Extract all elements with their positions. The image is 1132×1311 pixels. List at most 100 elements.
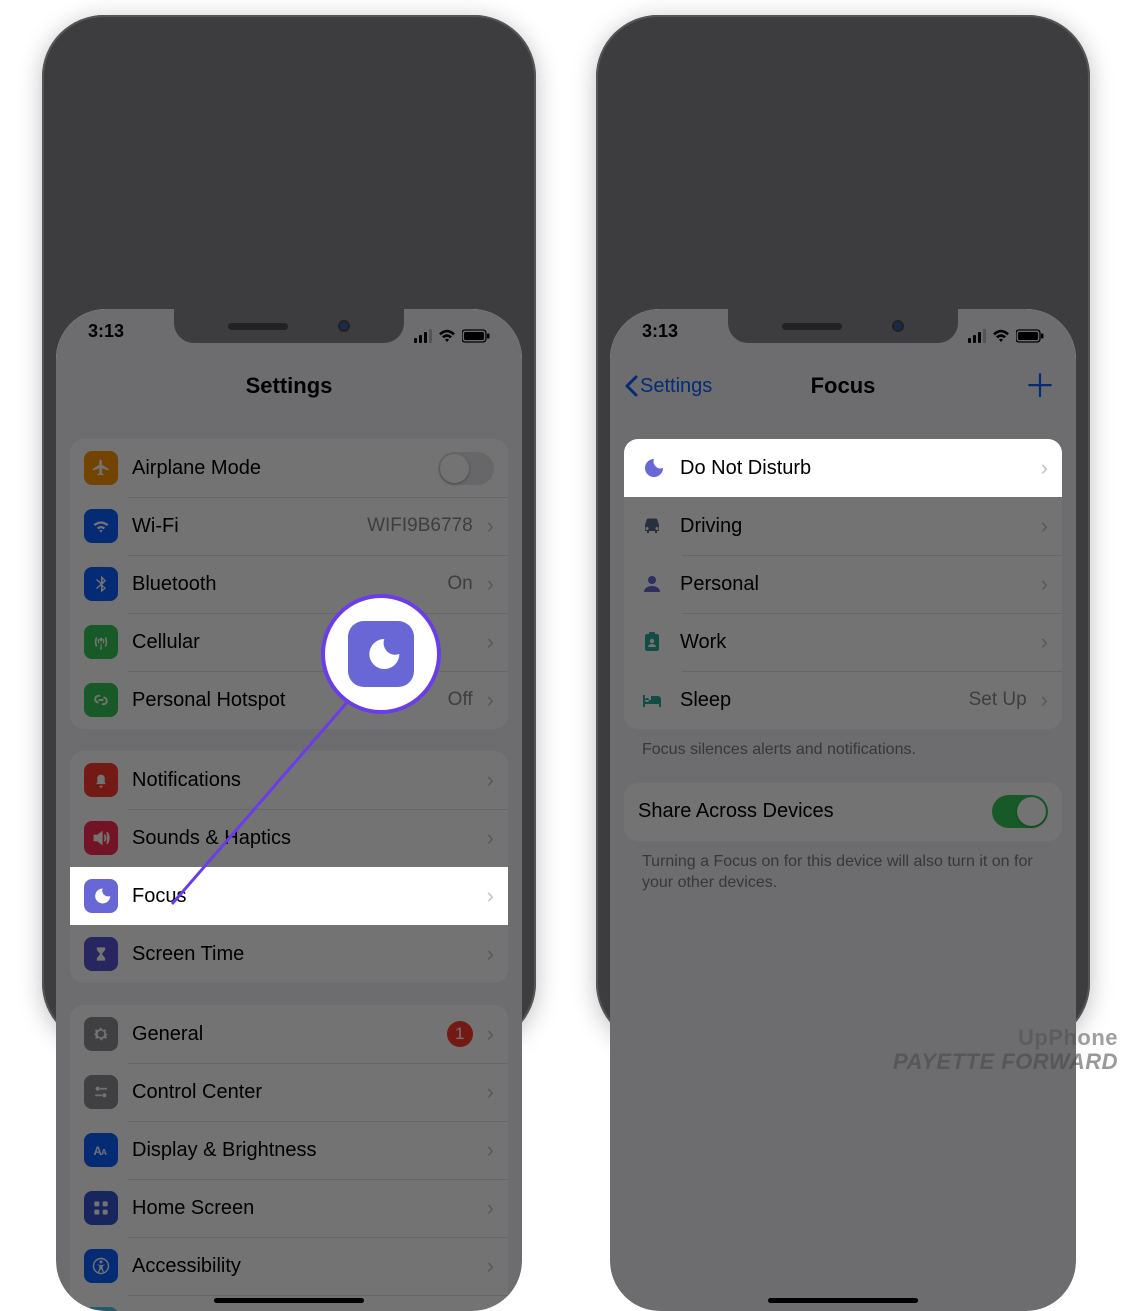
row-bluetooth[interactable]: Bluetooth On › [70, 555, 508, 613]
row-label: Screen Time [132, 943, 473, 966]
row-focus[interactable]: Focus › [70, 867, 508, 925]
row-airplane-mode[interactable]: Airplane Mode [70, 439, 508, 497]
wifi-icon [438, 329, 456, 343]
svg-text:A: A [101, 1147, 107, 1157]
home-indicator[interactable] [768, 1298, 918, 1303]
airplane-toggle[interactable] [438, 452, 494, 485]
row-sounds[interactable]: Sounds & Haptics › [70, 809, 508, 867]
row-control-center[interactable]: Control Center › [70, 1063, 508, 1121]
grid-icon [84, 1191, 118, 1225]
cellular-signal-icon [414, 329, 432, 343]
chevron-right-icon: › [1041, 629, 1048, 655]
speaker-icon [84, 821, 118, 855]
antenna-icon [84, 625, 118, 659]
status-time: 3:13 [642, 321, 678, 351]
add-button[interactable]: ＋ [1024, 370, 1056, 402]
row-work[interactable]: Work › [624, 613, 1062, 671]
page-title: Focus [811, 373, 876, 399]
moon-icon [348, 621, 414, 687]
chevron-right-icon: › [487, 1079, 494, 1105]
moon-icon [84, 879, 118, 913]
row-display[interactable]: AA Display & Brightness › [70, 1121, 508, 1179]
phone-left: 3:13 Settings Airplane Mode [42, 15, 536, 1045]
row-label: Wi-Fi [132, 515, 353, 538]
row-wifi[interactable]: Wi-Fi WIFI9B6778 › [70, 497, 508, 555]
row-share-across-devices[interactable]: Share Across Devices [624, 783, 1062, 841]
screen-right: 3:13 Settings Focus ＋ [610, 309, 1076, 1311]
bell-icon [84, 763, 118, 797]
notch [174, 309, 404, 343]
row-do-not-disturb[interactable]: Do Not Disturb › [624, 439, 1062, 497]
screen-left: 3:13 Settings Airplane Mode [56, 309, 522, 1311]
row-label: Notifications [132, 769, 473, 792]
row-hotspot[interactable]: Personal Hotspot Off › [70, 671, 508, 729]
row-general[interactable]: General 1 › [70, 1005, 508, 1063]
watermark-line1: UpPhone [893, 1026, 1118, 1050]
row-detail: On [447, 573, 472, 595]
chevron-right-icon: › [487, 1195, 494, 1221]
nav-header: Settings [56, 357, 522, 415]
row-label: Driving [680, 515, 1027, 538]
row-label: Work [680, 631, 1027, 654]
tutorial-image: 3:13 Settings Airplane Mode [0, 0, 1132, 1045]
gear-icon [84, 1017, 118, 1051]
chevron-right-icon: › [487, 571, 494, 597]
nav-header: Settings Focus ＋ [610, 357, 1076, 415]
row-label: General [132, 1023, 433, 1046]
row-label: Home Screen [132, 1197, 473, 1220]
row-label: Bluetooth [132, 573, 433, 596]
settings-content[interactable]: Airplane Mode Wi-Fi WIFI9B6778 › Bluetoo… [56, 425, 522, 1311]
chevron-right-icon: › [487, 513, 494, 539]
row-notifications[interactable]: Notifications › [70, 751, 508, 809]
hourglass-icon [84, 937, 118, 971]
row-accessibility[interactable]: Accessibility › [70, 1237, 508, 1295]
home-indicator[interactable] [214, 1298, 364, 1303]
bed-icon [638, 688, 666, 712]
chevron-right-icon: › [487, 767, 494, 793]
row-label: Personal [680, 573, 1027, 596]
person-icon [638, 572, 666, 596]
group-focus: Notifications › Sounds & Haptics › Focus… [70, 751, 508, 983]
group-general: General 1 › Control Center › AA Display … [70, 1005, 508, 1311]
phone-right: 3:13 Settings Focus ＋ [596, 15, 1090, 1045]
row-label: Sounds & Haptics [132, 827, 473, 850]
group-focus-modes: Do Not Disturb › Driving › Personal › [624, 439, 1062, 729]
row-personal[interactable]: Personal › [624, 555, 1062, 613]
row-label: Airplane Mode [132, 457, 424, 480]
group-network: Airplane Mode Wi-Fi WIFI9B6778 › Bluetoo… [70, 439, 508, 729]
chevron-left-icon [624, 375, 638, 397]
airplane-icon [84, 451, 118, 485]
battery-icon [1016, 329, 1044, 343]
back-label: Settings [640, 375, 712, 398]
flower-icon [84, 1307, 118, 1311]
row-detail: Set Up [969, 689, 1027, 711]
row-screen-time[interactable]: Screen Time › [70, 925, 508, 983]
row-cellular[interactable]: Cellular › [70, 613, 508, 671]
row-label: Display & Brightness [132, 1139, 473, 1162]
chevron-right-icon: › [487, 1137, 494, 1163]
chevron-right-icon: › [1041, 571, 1048, 597]
link-icon [84, 683, 118, 717]
chevron-right-icon: › [487, 883, 494, 909]
chevron-right-icon: › [487, 1021, 494, 1047]
row-home-screen[interactable]: Home Screen › [70, 1179, 508, 1237]
row-label: Focus [132, 885, 473, 908]
page-title: Settings [246, 373, 333, 399]
row-driving[interactable]: Driving › [624, 497, 1062, 555]
battery-icon [462, 329, 490, 343]
moon-icon [638, 456, 666, 480]
accessibility-icon [84, 1249, 118, 1283]
chevron-right-icon: › [487, 941, 494, 967]
share-toggle[interactable] [992, 795, 1048, 828]
chevron-right-icon: › [1041, 687, 1048, 713]
chevron-right-icon: › [487, 1253, 494, 1279]
row-label: Accessibility [132, 1255, 473, 1278]
row-sleep[interactable]: Sleep Set Up › [624, 671, 1062, 729]
footer-share-explain: Turning a Focus on for this device will … [624, 841, 1062, 894]
group-share: Share Across Devices [624, 783, 1062, 841]
watermark-line2: PAYETTE FORWARD [893, 1050, 1118, 1074]
chevron-right-icon: › [487, 629, 494, 655]
back-button[interactable]: Settings [624, 375, 712, 398]
text-size-icon: AA [84, 1133, 118, 1167]
focus-content[interactable]: Do Not Disturb › Driving › Personal › [610, 425, 1076, 1311]
